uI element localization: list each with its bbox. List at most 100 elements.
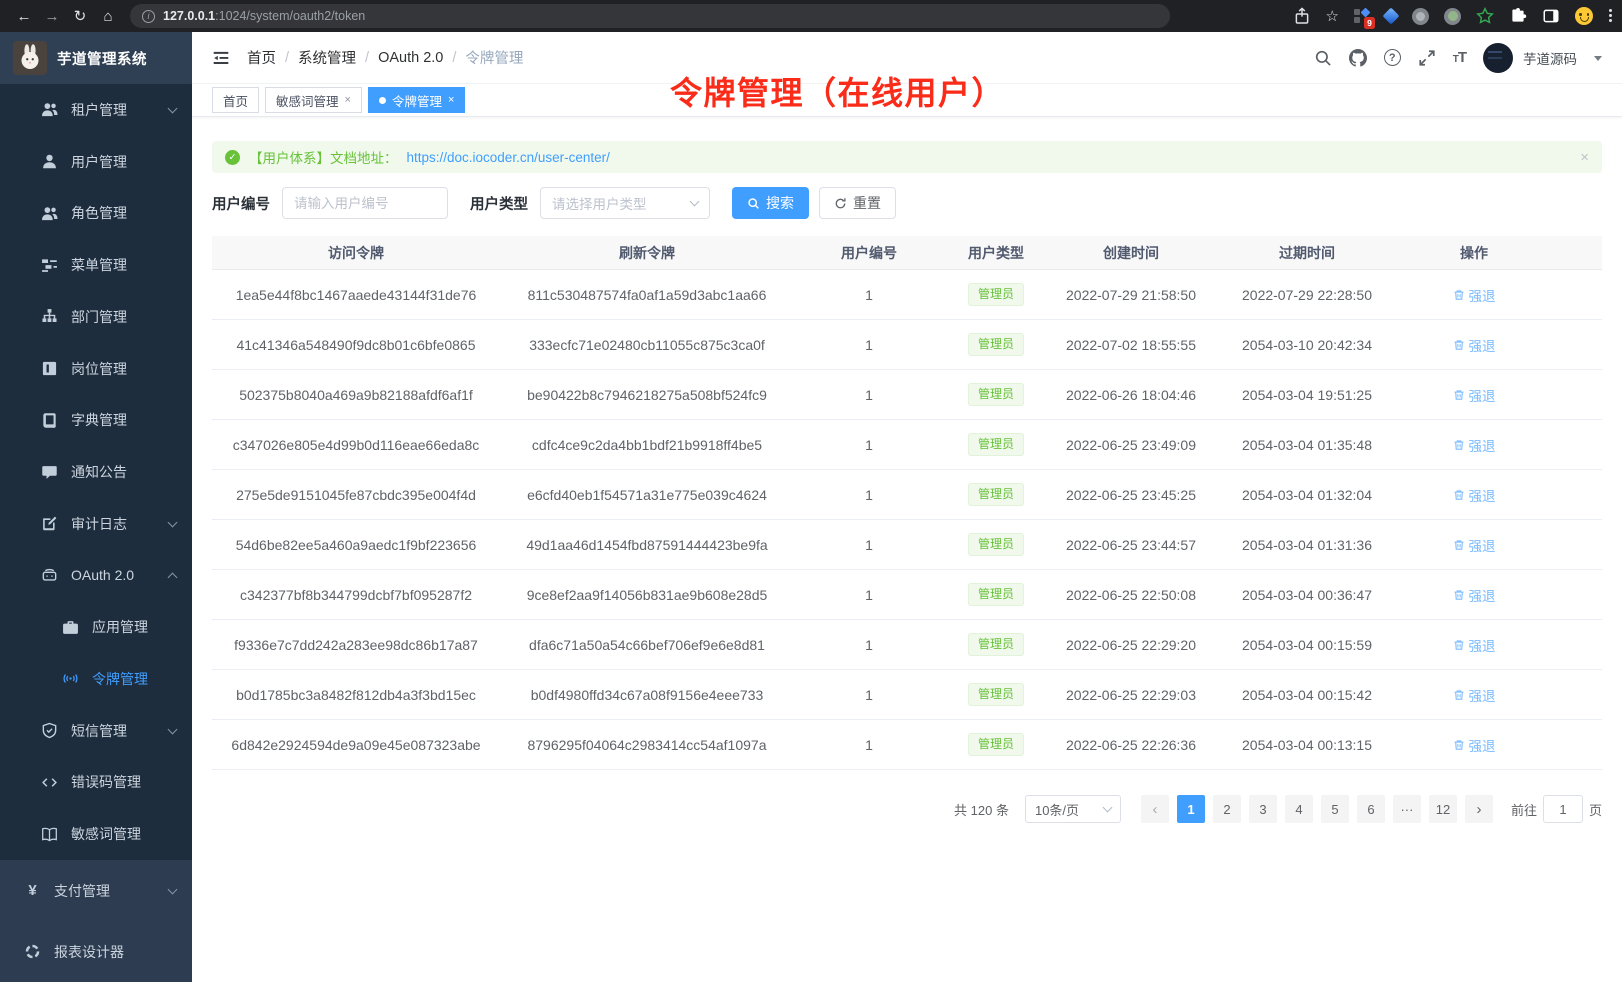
force-logout-button[interactable]: 强退: [1453, 585, 1496, 605]
github-icon[interactable]: [1349, 49, 1367, 67]
share-icon[interactable]: [1293, 7, 1311, 25]
sidebar-item-oauth-app[interactable]: 应用管理: [0, 601, 192, 653]
force-logout-button[interactable]: 强退: [1453, 335, 1496, 355]
alert-close-icon[interactable]: ×: [1580, 149, 1589, 166]
force-logout-button[interactable]: 强退: [1453, 385, 1496, 405]
tab-token[interactable]: 令牌管理 ×: [368, 87, 465, 113]
sidebar-item-dict[interactable]: 字典管理: [0, 394, 192, 446]
sidebar-menu-bottom: ¥ 支付管理 报表设计器: [0, 860, 192, 982]
doc-link[interactable]: https://doc.iocoder.cn/user-center/: [407, 150, 610, 165]
user-id-input[interactable]: [282, 187, 448, 219]
sidebar-item-dept[interactable]: 部门管理: [0, 291, 192, 343]
delete-icon: [1453, 489, 1465, 501]
sensitive-book-icon: [41, 826, 58, 843]
sidebar-item-errorcode[interactable]: 错误码管理: [0, 757, 192, 809]
extension-gem-icon[interactable]: [1383, 8, 1400, 25]
extension-gray-icon[interactable]: [1412, 8, 1429, 25]
token-table: 访问令牌 刷新令牌 用户编号 用户类型 创建时间 过期时间 操作 1ea5e44…: [212, 236, 1602, 770]
force-logout-button[interactable]: 强退: [1453, 685, 1496, 705]
sidebar-item-post[interactable]: 岗位管理: [0, 343, 192, 395]
font-size-icon[interactable]: TT: [1453, 49, 1466, 66]
close-icon[interactable]: ×: [448, 94, 454, 106]
user-type-badge: 管理员: [968, 683, 1024, 705]
user-avatar[interactable]: [1483, 43, 1513, 73]
sidebar-fold-icon[interactable]: [212, 49, 230, 67]
logo-rabbit-image: [13, 41, 47, 75]
sidebar-item-audit[interactable]: 审计日志: [0, 498, 192, 550]
browser-back-icon[interactable]: ←: [10, 8, 38, 25]
force-logout-button[interactable]: 强退: [1453, 635, 1496, 655]
breadcrumb-system[interactable]: 系统管理: [298, 47, 356, 68]
force-logout-button[interactable]: 强退: [1453, 535, 1496, 555]
force-logout-button[interactable]: 强退: [1453, 485, 1496, 505]
breadcrumb-home[interactable]: 首页: [247, 47, 276, 68]
sidebar-item-user[interactable]: 用户管理: [0, 136, 192, 188]
user-dropdown-caret-icon[interactable]: [1594, 56, 1602, 65]
extension-tabs-icon[interactable]: 9: [1354, 8, 1370, 24]
goto-page-input[interactable]: [1543, 795, 1583, 823]
url-text: 127.0.0.1:1024/system/oauth2/token: [163, 9, 365, 23]
chevron-down-icon: [168, 724, 178, 734]
sidebar-item-report[interactable]: 报表设计器: [0, 921, 192, 982]
browser-forward-icon[interactable]: →: [38, 8, 66, 25]
extension-star-icon[interactable]: [1476, 7, 1494, 25]
delete-icon: [1453, 289, 1465, 301]
fullscreen-icon[interactable]: [1418, 49, 1436, 67]
page-button-4[interactable]: 4: [1285, 795, 1313, 823]
page-button-5[interactable]: 5: [1321, 795, 1349, 823]
user-type-badge: 管理员: [968, 533, 1024, 555]
tab-home[interactable]: 首页: [212, 87, 259, 113]
bookmark-star-icon[interactable]: ☆: [1326, 7, 1339, 25]
chevron-down-icon: [168, 884, 178, 894]
search-icon[interactable]: [1314, 49, 1332, 67]
extensions-puzzle-icon[interactable]: [1509, 7, 1527, 25]
help-icon[interactable]: ?: [1384, 49, 1401, 66]
force-logout-button[interactable]: 强退: [1453, 435, 1496, 455]
sidebar-item-oauth-token[interactable]: 令牌管理: [0, 653, 192, 705]
sidebar-item-menu[interactable]: 菜单管理: [0, 239, 192, 291]
browser-reload-icon[interactable]: ↻: [66, 7, 94, 25]
sidebar-item-pay[interactable]: ¥ 支付管理: [0, 860, 192, 921]
breadcrumb-oauth[interactable]: OAuth 2.0: [378, 50, 443, 66]
goto-suffix: 页: [1589, 800, 1602, 819]
extension-green-icon[interactable]: [1444, 8, 1461, 25]
sidebar-menu: 租户管理 用户管理 角色管理 菜单管理 部门管理: [0, 84, 192, 860]
user-type-badge: 管理员: [968, 333, 1024, 355]
sidebar-item-notice[interactable]: 通知公告: [0, 446, 192, 498]
browser-menu-icon[interactable]: [1608, 8, 1612, 24]
page-size-select[interactable]: 10条/页: [1025, 795, 1121, 823]
page-button-1[interactable]: 1: [1177, 795, 1205, 823]
alert-text: 【用户体系】文档地址：: [249, 147, 398, 167]
profile-avatar-icon[interactable]: [1575, 7, 1593, 25]
more-pages-button[interactable]: ···: [1393, 795, 1421, 823]
reset-button[interactable]: 重置: [819, 187, 896, 219]
sidebar-item-role[interactable]: 角色管理: [0, 187, 192, 239]
user-type-select[interactable]: 请选择用户类型: [540, 187, 710, 219]
side-panel-icon[interactable]: [1542, 7, 1560, 25]
page-button-6[interactable]: 6: [1357, 795, 1385, 823]
address-bar[interactable]: i 127.0.0.1:1024/system/oauth2/token: [130, 4, 1170, 28]
sidebar-item-tenant[interactable]: 租户管理: [0, 84, 192, 136]
browser-home-icon[interactable]: ⌂: [94, 8, 122, 25]
app-logo[interactable]: 芋道管理系统: [0, 32, 192, 84]
user-type-badge: 管理员: [968, 483, 1024, 505]
page-button-12[interactable]: 12: [1429, 795, 1457, 823]
page-button-3[interactable]: 3: [1249, 795, 1277, 823]
user-name[interactable]: 芋道源码: [1523, 48, 1577, 68]
tab-sensitive[interactable]: 敏感词管理 ×: [265, 87, 362, 113]
next-page-button[interactable]: ›: [1465, 795, 1493, 823]
site-info-icon[interactable]: i: [142, 10, 155, 23]
prev-page-button[interactable]: ‹: [1141, 795, 1169, 823]
sidebar-item-oauth[interactable]: OAuth 2.0: [0, 550, 192, 602]
force-logout-button[interactable]: 强退: [1453, 735, 1496, 755]
page-button-2[interactable]: 2: [1213, 795, 1241, 823]
force-logout-button[interactable]: 强退: [1453, 285, 1496, 305]
close-icon[interactable]: ×: [345, 94, 351, 106]
table-row: b0d1785bc3a8482f812db4a3f3bd15ec b0df498…: [212, 670, 1602, 720]
token-broadcast-icon: [62, 670, 79, 687]
sidebar-item-sms[interactable]: 短信管理: [0, 705, 192, 757]
search-button[interactable]: 搜索: [732, 187, 809, 219]
table-row: 1ea5e44f8bc1467aaede43144f31de76 811c530…: [212, 270, 1602, 320]
user-type-badge: 管理员: [968, 383, 1024, 405]
sidebar-item-sensitive[interactable]: 敏感词管理: [0, 808, 192, 860]
